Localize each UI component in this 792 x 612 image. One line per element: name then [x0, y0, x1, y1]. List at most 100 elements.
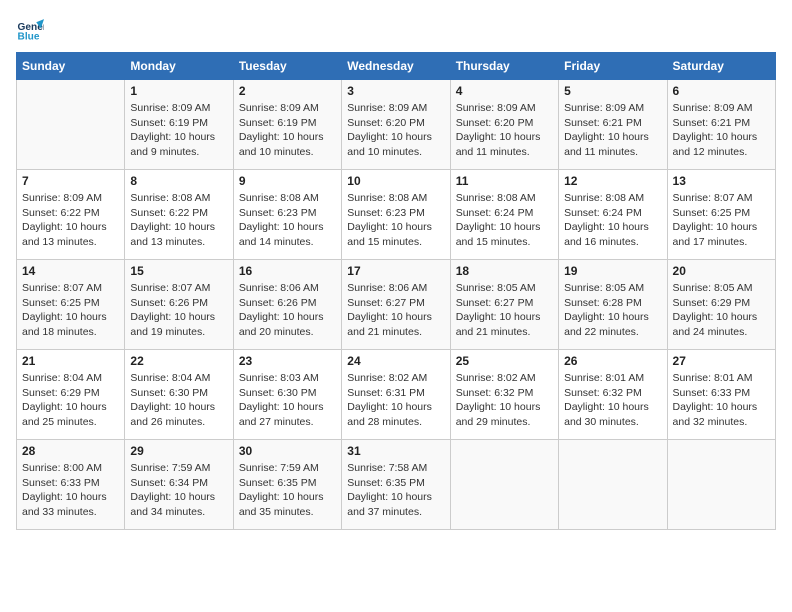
calendar-cell: 25 Sunrise: 8:02 AMSunset: 6:32 PMDayligh… — [450, 350, 558, 440]
calendar-cell: 16 Sunrise: 8:06 AMSunset: 6:26 PMDayligh… — [233, 260, 341, 350]
calendar-cell: 28 Sunrise: 8:00 AMSunset: 6:33 PMDayligh… — [17, 440, 125, 530]
calendar-body: 1 Sunrise: 8:09 AMSunset: 6:19 PMDaylight… — [17, 80, 776, 530]
cell-info: Sunrise: 8:09 AMSunset: 6:21 PMDaylight:… — [673, 101, 770, 160]
calendar-cell: 30Sunrise: 7:59 AMSunset: 6:35 PMDayligh… — [233, 440, 341, 530]
date-number: 28 — [22, 444, 119, 458]
cell-info: Sunrise: 8:09 AMSunset: 6:20 PMDaylight:… — [347, 101, 444, 160]
calendar-cell — [559, 440, 667, 530]
date-number: 13 — [673, 174, 770, 188]
cell-info: Sunrise: 8:01 AMSunset: 6:33 PMDaylight:… — [673, 371, 770, 430]
calendar-cell: 23 Sunrise: 8:03 AMSunset: 6:30 PMDayligh… — [233, 350, 341, 440]
calendar-week-4: 21 Sunrise: 8:04 AMSunset: 6:29 PMDayligh… — [17, 350, 776, 440]
calendar-cell: 3 Sunrise: 8:09 AMSunset: 6:20 PMDaylight… — [342, 80, 450, 170]
cell-info: Sunrise: 8:05 AMSunset: 6:29 PMDaylight:… — [673, 281, 770, 340]
date-number: 11 — [456, 174, 553, 188]
cell-info: Sunrise: 7:58 AMSunset: 6:35 PMDaylight:… — [347, 461, 444, 520]
date-number: 22 — [130, 354, 227, 368]
calendar-cell: 24 Sunrise: 8:02 AMSunset: 6:31 PMDayligh… — [342, 350, 450, 440]
cell-info: Sunrise: 8:09 AMSunset: 6:20 PMDaylight:… — [456, 101, 553, 160]
calendar-cell: 2 Sunrise: 8:09 AMSunset: 6:19 PMDaylight… — [233, 80, 341, 170]
cell-info: Sunrise: 8:07 AMSunset: 6:25 PMDaylight:… — [673, 191, 770, 250]
date-number: 27 — [673, 354, 770, 368]
calendar-cell: 1Sunrise: 8:09 AMSunset: 6:19 PMDaylight… — [125, 80, 233, 170]
calendar-cell: 12Sunrise: 8:08 AMSunset: 6:24 PMDayligh… — [559, 170, 667, 260]
calendar-cell: 9 Sunrise: 8:08 AMSunset: 6:23 PMDaylight… — [233, 170, 341, 260]
cell-info: Sunrise: 8:08 AMSunset: 6:23 PMDaylight:… — [347, 191, 444, 250]
cell-info: Sunrise: 8:02 AMSunset: 6:31 PMDaylight:… — [347, 371, 444, 430]
date-number: 21 — [22, 354, 119, 368]
date-number: 6 — [673, 84, 770, 98]
date-number: 10 — [347, 174, 444, 188]
calendar-cell: 26Sunrise: 8:01 AMSunset: 6:32 PMDayligh… — [559, 350, 667, 440]
calendar-cell: 13 Sunrise: 8:07 AMSunset: 6:25 PMDayligh… — [667, 170, 775, 260]
cell-info: Sunrise: 8:08 AMSunset: 6:22 PMDaylight:… — [130, 191, 227, 250]
date-number: 23 — [239, 354, 336, 368]
cell-info: Sunrise: 8:06 AMSunset: 6:26 PMDaylight:… — [239, 281, 336, 340]
calendar-cell: 14Sunrise: 8:07 AMSunset: 6:25 PMDayligh… — [17, 260, 125, 350]
cell-info: Sunrise: 8:02 AMSunset: 6:32 PMDaylight:… — [456, 371, 553, 430]
cell-info: Sunrise: 8:07 AMSunset: 6:26 PMDaylight:… — [130, 281, 227, 340]
calendar-cell: 29Sunrise: 7:59 AMSunset: 6:34 PMDayligh… — [125, 440, 233, 530]
calendar-cell: 8Sunrise: 8:08 AMSunset: 6:22 PMDaylight… — [125, 170, 233, 260]
date-number: 2 — [239, 84, 336, 98]
calendar-cell: 20Sunrise: 8:05 AMSunset: 6:29 PMDayligh… — [667, 260, 775, 350]
calendar-cell: 7 Sunrise: 8:09 AMSunset: 6:22 PMDaylight… — [17, 170, 125, 260]
cell-info: Sunrise: 8:09 AMSunset: 6:19 PMDaylight:… — [239, 101, 336, 160]
calendar-header: SundayMondayTuesdayWednesdayThursdayFrid… — [17, 53, 776, 80]
date-number: 16 — [239, 264, 336, 278]
calendar-cell — [450, 440, 558, 530]
cell-info: Sunrise: 8:05 AMSunset: 6:27 PMDaylight:… — [456, 281, 553, 340]
col-header-saturday: Saturday — [667, 53, 775, 80]
date-number: 5 — [564, 84, 661, 98]
cell-info: Sunrise: 8:03 AMSunset: 6:30 PMDaylight:… — [239, 371, 336, 430]
col-header-thursday: Thursday — [450, 53, 558, 80]
cell-info: Sunrise: 8:05 AMSunset: 6:28 PMDaylight:… — [564, 281, 661, 340]
cell-info: Sunrise: 7:59 AMSunset: 6:34 PMDaylight:… — [130, 461, 227, 520]
calendar-cell: 22 Sunrise: 8:04 AMSunset: 6:30 PMDayligh… — [125, 350, 233, 440]
calendar-cell — [17, 80, 125, 170]
cell-info: Sunrise: 8:04 AMSunset: 6:29 PMDaylight:… — [22, 371, 119, 430]
calendar-cell: 6 Sunrise: 8:09 AMSunset: 6:21 PMDaylight… — [667, 80, 775, 170]
date-number: 9 — [239, 174, 336, 188]
col-header-sunday: Sunday — [17, 53, 125, 80]
date-number: 7 — [22, 174, 119, 188]
date-number: 19 — [564, 264, 661, 278]
cell-info: Sunrise: 8:01 AMSunset: 6:32 PMDaylight:… — [564, 371, 661, 430]
calendar-cell — [667, 440, 775, 530]
cell-info: Sunrise: 8:06 AMSunset: 6:27 PMDaylight:… — [347, 281, 444, 340]
header-row: SundayMondayTuesdayWednesdayThursdayFrid… — [17, 53, 776, 80]
cell-info: Sunrise: 8:04 AMSunset: 6:30 PMDaylight:… — [130, 371, 227, 430]
calendar-week-5: 28 Sunrise: 8:00 AMSunset: 6:33 PMDayligh… — [17, 440, 776, 530]
calendar-cell: 11Sunrise: 8:08 AMSunset: 6:24 PMDayligh… — [450, 170, 558, 260]
col-header-wednesday: Wednesday — [342, 53, 450, 80]
calendar-week-1: 1 Sunrise: 8:09 AMSunset: 6:19 PMDaylight… — [17, 80, 776, 170]
date-number: 4 — [456, 84, 553, 98]
logo: General Blue — [16, 16, 48, 44]
date-number: 1 — [130, 84, 227, 98]
cell-info: Sunrise: 8:08 AMSunset: 6:23 PMDaylight:… — [239, 191, 336, 250]
page-header: General Blue — [16, 16, 776, 44]
calendar-cell: 5Sunrise: 8:09 AMSunset: 6:21 PMDaylight… — [559, 80, 667, 170]
date-number: 14 — [22, 264, 119, 278]
date-number: 31 — [347, 444, 444, 458]
date-number: 17 — [347, 264, 444, 278]
date-number: 18 — [456, 264, 553, 278]
calendar-cell: 18 Sunrise: 8:05 AMSunset: 6:27 PMDayligh… — [450, 260, 558, 350]
date-number: 25 — [456, 354, 553, 368]
col-header-friday: Friday — [559, 53, 667, 80]
calendar-table: SundayMondayTuesdayWednesdayThursdayFrid… — [16, 52, 776, 530]
date-number: 24 — [347, 354, 444, 368]
calendar-cell: 21 Sunrise: 8:04 AMSunset: 6:29 PMDayligh… — [17, 350, 125, 440]
calendar-cell: 15Sunrise: 8:07 AMSunset: 6:26 PMDayligh… — [125, 260, 233, 350]
cell-info: Sunrise: 8:00 AMSunset: 6:33 PMDaylight:… — [22, 461, 119, 520]
calendar-week-2: 7 Sunrise: 8:09 AMSunset: 6:22 PMDaylight… — [17, 170, 776, 260]
calendar-cell: 4 Sunrise: 8:09 AMSunset: 6:20 PMDaylight… — [450, 80, 558, 170]
date-number: 30 — [239, 444, 336, 458]
date-number: 3 — [347, 84, 444, 98]
svg-text:Blue: Blue — [18, 31, 40, 42]
calendar-cell: 19 Sunrise: 8:05 AMSunset: 6:28 PMDayligh… — [559, 260, 667, 350]
logo-icon: General Blue — [16, 16, 44, 44]
cell-info: Sunrise: 8:09 AMSunset: 6:22 PMDaylight:… — [22, 191, 119, 250]
col-header-tuesday: Tuesday — [233, 53, 341, 80]
calendar-cell: 27 Sunrise: 8:01 AMSunset: 6:33 PMDayligh… — [667, 350, 775, 440]
